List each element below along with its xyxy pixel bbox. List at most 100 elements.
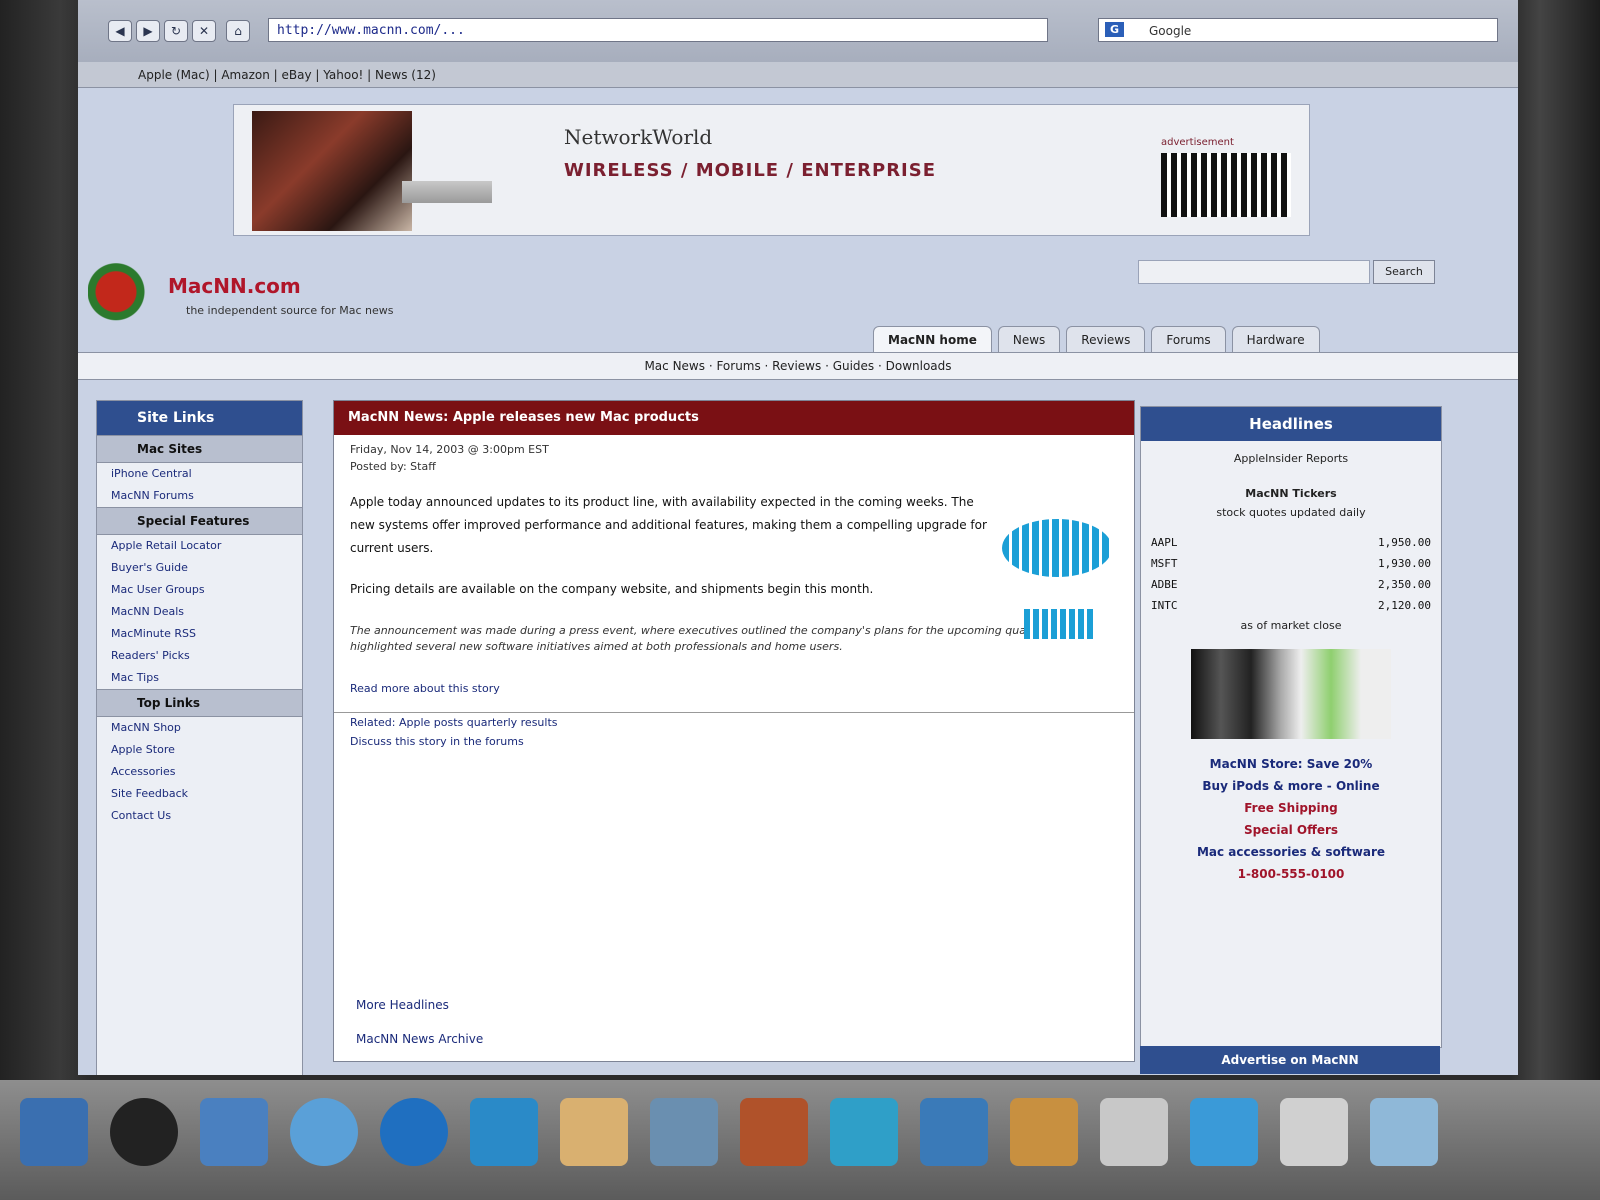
browser-toolbar: ◀ ▶ ↻ ✕ ⌂ http://www.macnn.com/... G Goo… [78, 0, 1518, 63]
promo-text[interactable]: MacNN Store: Save 20% [1141, 753, 1441, 775]
stock-symbol: ADBE [1151, 578, 1178, 591]
promo-text[interactable]: Free Shipping [1141, 797, 1441, 819]
left-sidebar-subheader: Special Features [97, 507, 302, 535]
right-sidebar: Headlines AppleInsider Reports MacNN Tic… [1140, 406, 1442, 1048]
tickers-subtitle: stock quotes updated daily [1216, 506, 1366, 519]
tab-forums[interactable]: Forums [1151, 326, 1226, 353]
web-page: NetworkWorld WIRELESS / MOBILE / ENTERPR… [78, 88, 1518, 1075]
sidebar-link[interactable]: MacNN Forums [97, 485, 302, 507]
finder-icon[interactable] [20, 1098, 88, 1166]
stock-symbol: INTC [1151, 599, 1178, 612]
article-byline: Friday, Nov 14, 2003 @ 3:00pm EST [350, 443, 549, 456]
sidebar-link[interactable]: Apple Retail Locator [97, 535, 302, 557]
promo-image[interactable] [1191, 649, 1391, 739]
sidebar-link[interactable]: iPhone Central [97, 463, 302, 485]
ichat-icon[interactable] [470, 1098, 538, 1166]
stock-value: 2,120.00 [1378, 599, 1431, 612]
url-field[interactable]: http://www.macnn.com/... [268, 18, 1048, 42]
sidebar-link[interactable]: MacMinute RSS [97, 623, 302, 645]
browser-icon[interactable] [380, 1098, 448, 1166]
mail-icon[interactable] [200, 1098, 268, 1166]
tab-news[interactable]: News [997, 326, 1061, 353]
left-sidebar-subheader: Top Links [97, 689, 302, 717]
article-paragraph: The announcement was made during a press… [350, 624, 1071, 653]
stock-note: as of market close [1240, 619, 1342, 632]
forward-icon[interactable]: ▶ [136, 20, 160, 42]
stock-row[interactable]: ADBE 2,350.00 [1141, 574, 1441, 595]
sidebar-link[interactable]: Contact Us [97, 805, 302, 827]
site-search-button[interactable]: Search [1373, 260, 1435, 284]
article-link[interactable]: Read more about this story [334, 679, 1134, 698]
stock-row[interactable]: INTC 2,120.00 [1141, 595, 1441, 616]
sidebar-link[interactable]: Buyer's Guide [97, 557, 302, 579]
site-tagline: the independent source for Mac news [186, 304, 394, 317]
stock-row[interactable]: AAPL 1,950.00 [1141, 532, 1441, 553]
breadcrumb[interactable]: Mac News · Forums · Reviews · Guides · D… [78, 352, 1518, 380]
article-graphic [1002, 519, 1112, 577]
site-logo[interactable] [88, 258, 158, 333]
sidebar-link[interactable]: MacNN Deals [97, 601, 302, 623]
stock-value: 1,950.00 [1378, 536, 1431, 549]
screen: ◀ ▶ ↻ ✕ ⌂ http://www.macnn.com/... G Goo… [78, 0, 1518, 1075]
tab-reviews[interactable]: Reviews [1066, 326, 1146, 353]
photos-icon[interactable] [560, 1098, 628, 1166]
stock-symbol: AAPL [1151, 536, 1178, 549]
promo-phone: 1-800-555-0100 [1237, 867, 1345, 881]
left-sidebar-subheader: Mac Sites [97, 435, 302, 463]
trash-icon[interactable] [1370, 1098, 1438, 1166]
ical-icon[interactable] [830, 1098, 898, 1166]
banner-ad[interactable]: NetworkWorld WIRELESS / MOBILE / ENTERPR… [233, 104, 1310, 236]
tickers-header: MacNN Tickers [1245, 487, 1337, 500]
stop-icon[interactable]: ✕ [192, 20, 216, 42]
home-icon[interactable]: ⌂ [226, 20, 250, 42]
sidebar-link[interactable]: Mac Tips [97, 667, 302, 689]
related-link[interactable]: Related: Apple posts quarterly results [334, 712, 1134, 732]
back-icon[interactable]: ◀ [108, 20, 132, 42]
app-icon[interactable] [1010, 1098, 1078, 1166]
tab-home[interactable]: MacNN home [873, 326, 992, 353]
app-icon[interactable] [1100, 1098, 1168, 1166]
clock-icon[interactable] [110, 1098, 178, 1166]
banner-photo [252, 111, 492, 231]
stock-row[interactable]: MSFT 1,930.00 [1141, 553, 1441, 574]
sidebar-link[interactable]: Readers' Picks [97, 645, 302, 667]
right-sidebar-header: Headlines [1141, 407, 1441, 441]
dock [0, 1080, 1600, 1200]
site-name[interactable]: MacNN.com [168, 274, 301, 298]
archive-link[interactable]: MacNN News Archive [356, 1032, 483, 1046]
site-search-input[interactable] [1138, 260, 1370, 284]
article: MacNN News: Apple releases new Mac produ… [333, 400, 1135, 1062]
sidebar-link[interactable]: Mac User Groups [97, 579, 302, 601]
promo-text[interactable]: Buy iPods & more - Online [1141, 775, 1441, 797]
article-paragraph: Apple today announced updates to its pro… [350, 495, 987, 555]
right-sidebar-link[interactable]: AppleInsider Reports [1141, 449, 1441, 468]
app-icon[interactable] [920, 1098, 988, 1166]
banner-ad-image [1161, 153, 1291, 217]
reload-icon[interactable]: ↻ [164, 20, 188, 42]
app-icon[interactable] [1280, 1098, 1348, 1166]
app-icon[interactable] [1190, 1098, 1258, 1166]
sidebar-link[interactable]: MacNN Shop [97, 717, 302, 739]
tab-hardware[interactable]: Hardware [1231, 326, 1320, 353]
stock-value: 1,930.00 [1378, 557, 1431, 570]
article-author: Posted by: Staff [350, 460, 436, 473]
discuss-link[interactable]: Discuss this story in the forums [334, 732, 1134, 751]
safari-icon[interactable] [290, 1098, 358, 1166]
more-headlines-link[interactable]: More Headlines [356, 998, 449, 1012]
promo-text[interactable]: Mac accessories & software [1141, 841, 1441, 863]
search-icon: G [1105, 22, 1125, 37]
article-graphic [1024, 609, 1094, 639]
right-sidebar-footer[interactable]: Advertise on MacNN [1140, 1046, 1440, 1074]
banner-subtitle: WIRELESS / MOBILE / ENTERPRISE [564, 160, 937, 181]
stock-value: 2,350.00 [1378, 578, 1431, 591]
bookmarks-bar[interactable]: Apple (Mac) | Amazon | eBay | Yahoo! | N… [78, 62, 1518, 88]
promo-text[interactable]: Special Offers [1141, 819, 1441, 841]
sidebar-link[interactable]: Apple Store [97, 739, 302, 761]
site-tabs: MacNN home News Reviews Forums Hardware [873, 326, 1320, 353]
calendar-icon[interactable] [740, 1098, 808, 1166]
search-field[interactable]: G Google [1098, 18, 1498, 42]
sidebar-link[interactable]: Site Feedback [97, 783, 302, 805]
banner-title: NetworkWorld [564, 125, 713, 149]
itunes-icon[interactable] [650, 1098, 718, 1166]
sidebar-link[interactable]: Accessories [97, 761, 302, 783]
